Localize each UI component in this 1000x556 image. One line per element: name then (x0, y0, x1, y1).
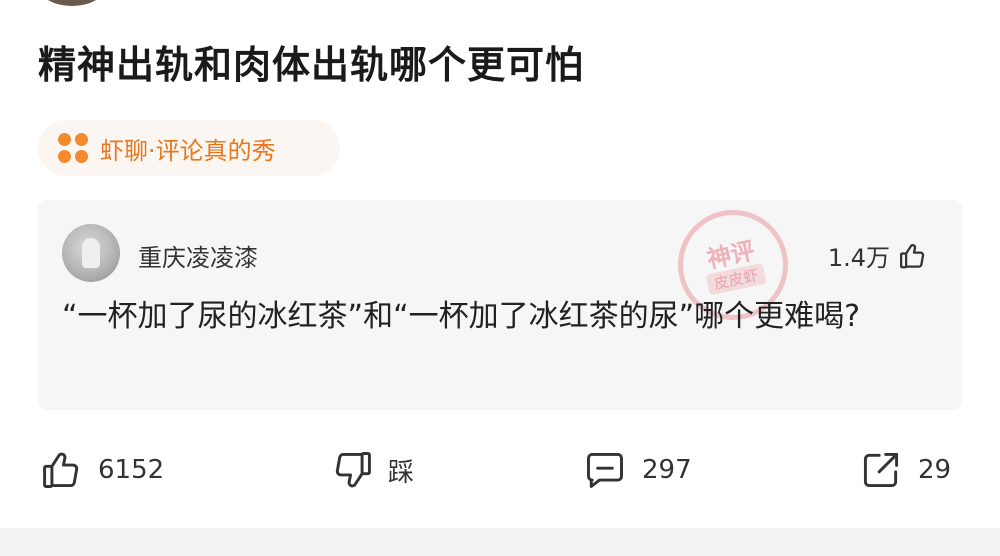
commenter-username[interactable]: 重庆凌凌漆 (138, 238, 258, 273)
share-count: 29 (918, 455, 952, 485)
thumbs-up-icon (40, 448, 84, 492)
post-title: 精神出轨和肉体出轨哪个更可怕 (38, 43, 585, 87)
like-button[interactable]: 6152 (40, 448, 164, 492)
thumbs-up-icon (898, 241, 928, 271)
share-icon (858, 448, 904, 492)
thumbs-down-icon (330, 448, 374, 492)
comment-button[interactable]: 297 (582, 448, 692, 492)
featured-comment-card[interactable]: 重庆凌凌漆 神评 皮皮虾 1.4万 “一杯加了尿的冰红茶”和“一杯加了冰红茶的尿… (38, 199, 962, 410)
comment-count: 297 (642, 455, 692, 485)
four-dots-icon (58, 133, 88, 163)
post-action-bar: 6152 踩 297 29 (0, 440, 1000, 500)
comment-text: “一杯加了尿的冰红茶”和“一杯加了冰红茶的尿”哪个更难喝? (62, 299, 861, 334)
poster-avatar[interactable] (40, 0, 104, 6)
dislike-button[interactable]: 踩 (330, 448, 414, 492)
commenter-avatar[interactable] (62, 224, 120, 282)
topic-tag-label: 虾聊·评论真的秀 (100, 136, 276, 165)
dislike-label: 踩 (388, 457, 415, 488)
comment-like-count: 1.4万 (827, 244, 890, 272)
share-button[interactable]: 29 (858, 448, 951, 492)
like-count: 6152 (98, 455, 165, 485)
section-divider (0, 528, 1000, 556)
topic-tag[interactable]: 虾聊·评论真的秀 (38, 120, 340, 176)
comment-bubble-icon (582, 448, 628, 492)
comment-like-button[interactable]: 1.4万 (828, 238, 928, 273)
